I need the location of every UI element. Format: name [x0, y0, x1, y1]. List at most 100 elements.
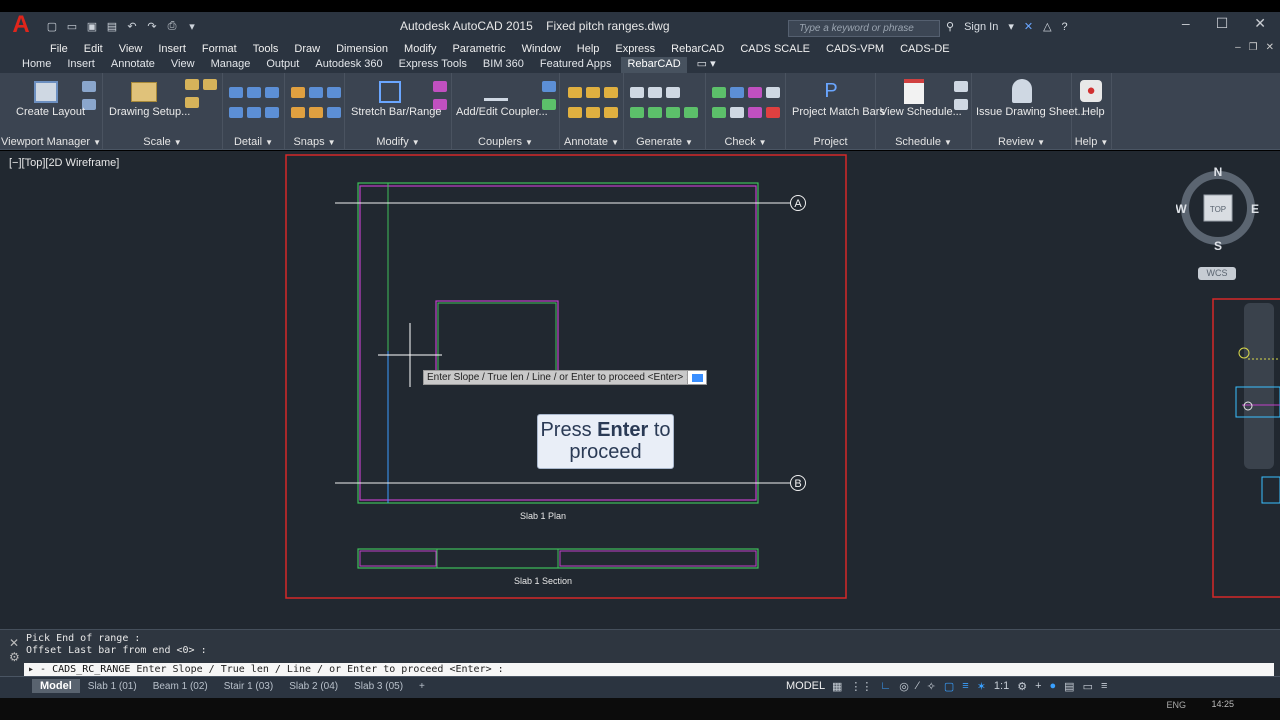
new-file-icon[interactable]: ▢: [44, 19, 60, 33]
maximize-icon[interactable]: ☐: [1216, 15, 1229, 32]
panel-label-help[interactable]: Help ▼: [1072, 136, 1111, 148]
application-menu-button[interactable]: A: [6, 10, 36, 40]
check-icon-5[interactable]: [712, 107, 726, 118]
panel-label-check[interactable]: Check ▼: [706, 136, 785, 148]
annotation-visibility-icon[interactable]: ✶: [977, 680, 986, 693]
panel-label-generate[interactable]: Generate ▼: [624, 136, 705, 148]
tab-featured-apps[interactable]: Featured Apps: [534, 57, 618, 73]
check-icon-1[interactable]: [712, 87, 726, 98]
grid-display-icon[interactable]: ▦: [832, 680, 842, 693]
save-as-icon[interactable]: ▤: [104, 19, 120, 33]
generate-icon-3[interactable]: [666, 87, 680, 98]
help-icon[interactable]: ?: [1062, 21, 1068, 33]
menu-view[interactable]: View: [119, 43, 143, 55]
panel-label-viewport-manager[interactable]: Viewport Manager ▼: [0, 136, 102, 148]
generate-icon-6[interactable]: [666, 107, 680, 118]
detail-icon-1[interactable]: [229, 87, 243, 98]
save-icon[interactable]: ▣: [84, 19, 100, 33]
panel-label-detail[interactable]: Detail ▼: [223, 136, 284, 148]
issue-drawing-sheet-button[interactable]: Issue Drawing Sheet...: [976, 106, 1087, 118]
plot-icon[interactable]: ⎙: [164, 19, 180, 33]
check-icon-8[interactable]: [766, 107, 780, 118]
minimize-icon[interactable]: –: [1182, 15, 1190, 32]
command-input[interactable]: ▸ - CADS_RC_RANGE Enter Slope / True len…: [24, 663, 1274, 676]
redo-icon[interactable]: ↷: [144, 19, 160, 33]
panel-label-snaps[interactable]: Snaps ▼: [285, 136, 344, 148]
annotate-icon-1[interactable]: [568, 87, 582, 98]
annotate-icon-2[interactable]: [586, 87, 600, 98]
tab-insert[interactable]: Insert: [61, 57, 101, 73]
menu-express[interactable]: Express: [615, 43, 655, 55]
modify-icon-1[interactable]: [433, 81, 447, 92]
menu-edit[interactable]: Edit: [84, 43, 103, 55]
open-file-icon[interactable]: ▭: [64, 19, 80, 33]
detail-icon-5[interactable]: [247, 107, 261, 118]
create-layout-button[interactable]: Create Layout: [16, 106, 85, 118]
ribbon-options-icon[interactable]: ▭ ▾: [691, 57, 722, 73]
sign-in-button[interactable]: Sign In: [964, 21, 998, 33]
menu-window[interactable]: Window: [522, 43, 561, 55]
panel-label-modify[interactable]: Modify ▼: [345, 136, 451, 148]
layout-scroll-icon[interactable]: [16, 685, 32, 687]
add-layout-button[interactable]: +: [411, 680, 433, 693]
viewport-icon[interactable]: [82, 81, 96, 92]
compass-w[interactable]: W: [1176, 202, 1187, 216]
workspace-gear-icon[interactable]: ⚙: [1017, 680, 1027, 693]
annotate-icon-5[interactable]: [586, 107, 600, 118]
layout-tab[interactable]: Slab 3 (05): [346, 680, 411, 693]
help-button[interactable]: Help: [1082, 106, 1105, 118]
layout-tab[interactable]: Beam 1 (02): [145, 680, 216, 693]
annotation-scale[interactable]: 1:1: [994, 680, 1009, 693]
menu-tools[interactable]: Tools: [253, 43, 279, 55]
snap-icon-3[interactable]: [327, 87, 341, 98]
scale-icon-1[interactable]: [185, 79, 199, 90]
isolate-objects-icon[interactable]: ●: [1050, 680, 1057, 693]
object-snap-tracking-icon[interactable]: ✧: [927, 680, 936, 693]
menu-draw[interactable]: Draw: [294, 43, 320, 55]
annotate-icon-3[interactable]: [604, 87, 618, 98]
check-icon-2[interactable]: [730, 87, 744, 98]
annotate-icon-4[interactable]: [568, 107, 582, 118]
command-close-icon[interactable]: ✕: [9, 636, 20, 650]
menu-rebarcad[interactable]: RebarCAD: [671, 43, 724, 55]
layout-tab[interactable]: Slab 1 (01): [80, 680, 145, 693]
layout-tab[interactable]: Slab 2 (04): [281, 680, 346, 693]
compass-n[interactable]: N: [1214, 167, 1223, 179]
compass-s[interactable]: S: [1214, 239, 1222, 251]
snap-icon-2[interactable]: [309, 87, 323, 98]
doc-restore-icon[interactable]: ❐: [1249, 42, 1258, 53]
detail-icon-4[interactable]: [229, 107, 243, 118]
binoculars-icon[interactable]: ⚲: [946, 20, 954, 33]
tab-view[interactable]: View: [165, 57, 201, 73]
menu-modify[interactable]: Modify: [404, 43, 436, 55]
snap-icon-5[interactable]: [309, 107, 323, 118]
menu-parametric[interactable]: Parametric: [452, 43, 505, 55]
tab-annotate[interactable]: Annotate: [105, 57, 161, 73]
generate-icon-7[interactable]: [684, 107, 698, 118]
menu-cads-scale[interactable]: CADS SCALE: [740, 43, 810, 55]
customization-icon[interactable]: ≡: [1101, 680, 1107, 693]
view-schedule-button[interactable]: View Schedule...: [880, 106, 962, 118]
annotate-icon-6[interactable]: [604, 107, 618, 118]
navigation-bar[interactable]: [1244, 303, 1274, 469]
ortho-icon[interactable]: ∟: [880, 680, 891, 693]
detail-icon-3[interactable]: [265, 87, 279, 98]
doc-close-icon[interactable]: ✕: [1266, 42, 1274, 53]
exchange-icon[interactable]: ✕: [1024, 20, 1033, 33]
generate-icon-1[interactable]: [630, 87, 644, 98]
snap-mode-icon[interactable]: ⋮⋮: [850, 680, 872, 693]
wcs-menu[interactable]: WCS: [1198, 267, 1236, 280]
tab-home[interactable]: Home: [16, 57, 57, 73]
panel-label-schedule[interactable]: Schedule ▼: [876, 136, 971, 148]
snap-icon-4[interactable]: [291, 107, 305, 118]
generate-icon-4[interactable]: [630, 107, 644, 118]
compass-e[interactable]: E: [1251, 202, 1259, 216]
generate-icon-5[interactable]: [648, 107, 662, 118]
schedule-icon-1[interactable]: [954, 81, 968, 92]
panel-label-review[interactable]: Review ▼: [972, 136, 1071, 148]
generate-icon-2[interactable]: [648, 87, 662, 98]
check-icon-4[interactable]: [766, 87, 780, 98]
layout-tab-model[interactable]: Model: [32, 679, 80, 693]
tab-express-tools[interactable]: Express Tools: [393, 57, 473, 73]
menu-format[interactable]: Format: [202, 43, 237, 55]
